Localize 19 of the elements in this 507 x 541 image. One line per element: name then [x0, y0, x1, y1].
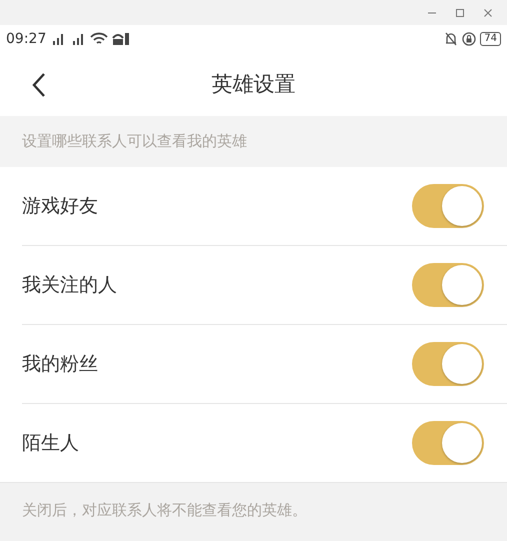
setting-label: 陌生人 [22, 431, 79, 456]
section-header: 设置哪些联系人可以查看我的英雄 [22, 132, 247, 151]
lock-icon [462, 32, 476, 46]
page-title: 英雄设置 [212, 71, 296, 98]
close-icon[interactable] [483, 8, 493, 18]
bell-off-icon [444, 32, 458, 46]
time: 09:27 [6, 30, 46, 46]
maximize-icon[interactable] [455, 8, 465, 18]
battery-level: 74 [480, 32, 501, 46]
wifi-icon [90, 32, 108, 46]
toggle-switch[interactable] [412, 342, 484, 386]
toggle-switch[interactable] [412, 263, 484, 307]
toggle-switch[interactable] [412, 184, 484, 228]
toggle-switch[interactable] [412, 421, 484, 465]
footer-note: 关闭后，对应联系人将不能查看您的英雄。 [22, 501, 307, 519]
setting-label: 我的粉丝 [22, 352, 98, 377]
setting-label: 游戏好友 [22, 194, 98, 219]
hd-call-icon [112, 32, 130, 46]
setting-label: 我关注的人 [22, 273, 117, 298]
